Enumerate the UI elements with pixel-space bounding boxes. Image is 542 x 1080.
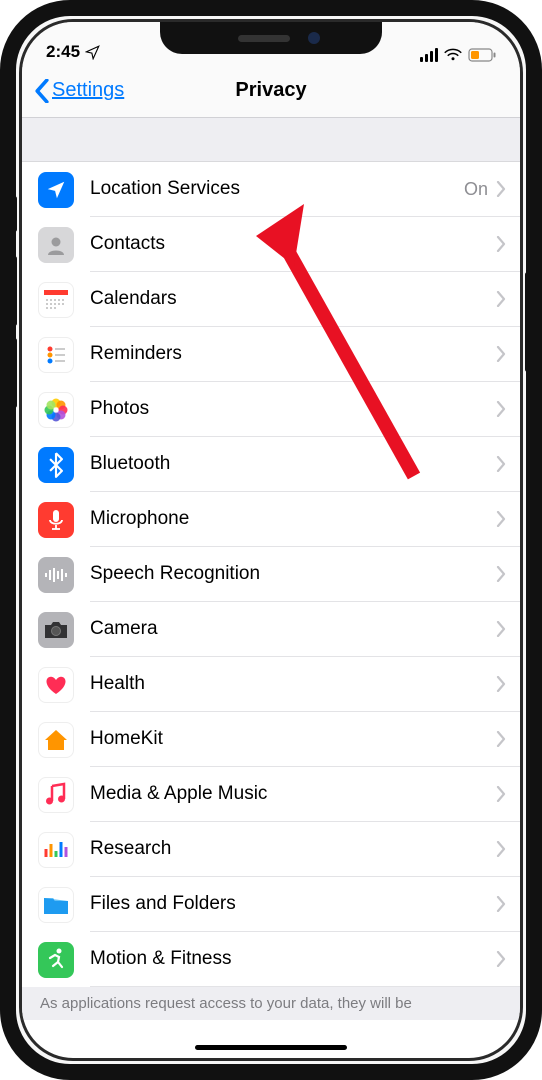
setting-row-homekit[interactable]: HomeKit bbox=[22, 712, 520, 767]
research-icon bbox=[38, 832, 74, 868]
battery-icon bbox=[468, 48, 496, 62]
row-label: Media & Apple Music bbox=[90, 783, 267, 805]
row-value: On bbox=[464, 179, 488, 200]
setting-row-health[interactable]: Health bbox=[22, 657, 520, 712]
row-label: Contacts bbox=[90, 233, 165, 255]
chevron-right-icon bbox=[496, 621, 506, 637]
setting-row-bluetooth[interactable]: Bluetooth bbox=[22, 437, 520, 492]
row-label: Microphone bbox=[90, 508, 189, 530]
phone-frame: 2:45 bbox=[0, 0, 542, 1080]
location-icon bbox=[38, 172, 74, 208]
homekit-icon bbox=[38, 722, 74, 758]
setting-row-camera[interactable]: Camera bbox=[22, 602, 520, 657]
setting-row-research[interactable]: Research bbox=[22, 822, 520, 877]
row-label: Reminders bbox=[90, 343, 182, 365]
row-label: Research bbox=[90, 838, 171, 860]
motion-icon bbox=[38, 942, 74, 978]
row-label: Bluetooth bbox=[90, 453, 170, 475]
chevron-right-icon bbox=[496, 731, 506, 747]
setting-row-calendars[interactable]: Calendars bbox=[22, 272, 520, 327]
chevron-right-icon bbox=[496, 786, 506, 802]
camera-icon bbox=[38, 612, 74, 648]
chevron-right-icon bbox=[496, 346, 506, 362]
row-label: Health bbox=[90, 673, 145, 695]
setting-row-microphone[interactable]: Microphone bbox=[22, 492, 520, 547]
footer-note: As applications request access to your d… bbox=[22, 987, 520, 1020]
chevron-right-icon bbox=[496, 511, 506, 527]
bluetooth-icon bbox=[38, 447, 74, 483]
wifi-icon bbox=[444, 48, 462, 62]
setting-row-media-apple-music[interactable]: Media & Apple Music bbox=[22, 767, 520, 822]
chevron-right-icon bbox=[496, 951, 506, 967]
location-status-icon bbox=[85, 45, 100, 60]
row-label: Camera bbox=[90, 618, 158, 640]
calendars-icon bbox=[38, 282, 74, 318]
status-time: 2:45 bbox=[46, 42, 80, 62]
row-label: Location Services bbox=[90, 178, 240, 200]
row-label: Motion & Fitness bbox=[90, 948, 232, 970]
chevron-left-icon bbox=[34, 79, 50, 103]
home-indicator[interactable] bbox=[195, 1045, 347, 1050]
section-spacer bbox=[22, 118, 520, 162]
back-button[interactable]: Settings bbox=[34, 79, 124, 103]
row-label: Speech Recognition bbox=[90, 563, 260, 585]
setting-row-files-folders[interactable]: Files and Folders bbox=[22, 877, 520, 932]
chevron-right-icon bbox=[496, 456, 506, 472]
files-icon bbox=[38, 887, 74, 923]
contacts-icon bbox=[38, 227, 74, 263]
photos-icon bbox=[38, 392, 74, 428]
chevron-right-icon bbox=[496, 236, 506, 252]
chevron-right-icon bbox=[496, 676, 506, 692]
row-label: HomeKit bbox=[90, 728, 163, 750]
setting-row-contacts[interactable]: Contacts bbox=[22, 217, 520, 272]
speech-icon bbox=[38, 557, 74, 593]
settings-list[interactable]: Location Services On Contacts Calendars … bbox=[22, 162, 520, 987]
back-label: Settings bbox=[52, 79, 124, 102]
chevron-right-icon bbox=[496, 566, 506, 582]
chevron-right-icon bbox=[496, 291, 506, 307]
setting-row-speech-recognition[interactable]: Speech Recognition bbox=[22, 547, 520, 602]
page-title: Privacy bbox=[235, 79, 306, 102]
setting-row-motion-fitness[interactable]: Motion & Fitness bbox=[22, 932, 520, 987]
nav-header: Settings Privacy bbox=[22, 64, 520, 118]
setting-row-location-services[interactable]: Location Services On bbox=[22, 162, 520, 217]
chevron-right-icon bbox=[496, 841, 506, 857]
chevron-right-icon bbox=[496, 181, 506, 197]
chevron-right-icon bbox=[496, 401, 506, 417]
row-label: Files and Folders bbox=[90, 893, 236, 915]
reminders-icon bbox=[38, 337, 74, 373]
cellular-signal-icon bbox=[420, 48, 438, 62]
music-icon bbox=[38, 777, 74, 813]
chevron-right-icon bbox=[496, 896, 506, 912]
health-icon bbox=[38, 667, 74, 703]
row-label: Calendars bbox=[90, 288, 177, 310]
setting-row-reminders[interactable]: Reminders bbox=[22, 327, 520, 382]
notch bbox=[160, 22, 382, 54]
row-label: Photos bbox=[90, 398, 149, 420]
microphone-icon bbox=[38, 502, 74, 538]
setting-row-photos[interactable]: Photos bbox=[22, 382, 520, 437]
